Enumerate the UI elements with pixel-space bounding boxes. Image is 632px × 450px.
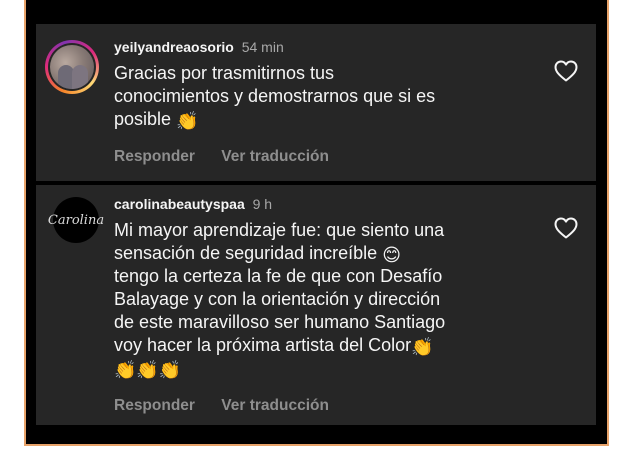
screenshot-frame: yeilyandreaosorio 54 min Gracias por tra… bbox=[24, 0, 609, 446]
comment-line: Balayage y con la orientación y direcció… bbox=[114, 289, 441, 309]
username[interactable]: carolinabeautyspaa bbox=[114, 196, 245, 212]
comment-card: Carolina carolinabeautyspaa 9 h Mi mayor… bbox=[36, 185, 596, 425]
comment-actions: Responder Ver traducción bbox=[114, 397, 329, 415]
clapping-hands-icon: 👏 bbox=[114, 360, 137, 380]
clapping-hands-icon: 👏 bbox=[411, 337, 434, 357]
comment-header: carolinabeautyspaa 9 h bbox=[114, 195, 536, 213]
comment-actions: Responder Ver traducción bbox=[114, 148, 329, 166]
comment-content: carolinabeautyspaa 9 h Mi mayor aprendiz… bbox=[114, 195, 536, 380]
avatar[interactable]: Carolina bbox=[48, 197, 104, 243]
comment-line: Gracias por trasmitirnos tus bbox=[114, 63, 335, 83]
clapping-hands-icon: 👏 bbox=[136, 360, 159, 380]
comment-header: yeilyandreaosorio 54 min bbox=[114, 38, 536, 56]
brand-logo-text: Carolina bbox=[47, 212, 105, 228]
see-translation-button[interactable]: Ver traducción bbox=[221, 148, 329, 165]
comment-line: posible bbox=[114, 109, 172, 129]
smiling-face-icon: 😊 bbox=[382, 245, 401, 265]
username[interactable]: yeilyandreaosorio bbox=[114, 39, 234, 55]
comment-text: Gracias por trasmitirnos tus conocimient… bbox=[114, 62, 536, 131]
avatar[interactable] bbox=[45, 40, 99, 94]
comment-line: voy hacer la próxima artista del Color bbox=[114, 335, 412, 355]
comment-line: sensación de seguridad increíble bbox=[114, 243, 378, 263]
profile-photo-icon bbox=[50, 45, 94, 89]
comment-card: yeilyandreaosorio 54 min Gracias por tra… bbox=[36, 24, 596, 181]
comment-line: Mi mayor aprendizaje fue: que siento una bbox=[114, 220, 445, 240]
heart-icon[interactable] bbox=[554, 217, 578, 239]
timestamp: 9 h bbox=[252, 196, 273, 212]
timestamp: 54 min bbox=[241, 39, 284, 55]
reply-button[interactable]: Responder bbox=[114, 148, 195, 165]
comment-line: tengo la certeza la fe de que con Desafí… bbox=[114, 266, 443, 286]
clapping-hands-icon: 👏 bbox=[176, 111, 199, 131]
comment-content: yeilyandreaosorio 54 min Gracias por tra… bbox=[114, 38, 536, 131]
comment-line: de este maravilloso ser humano Santiago bbox=[114, 312, 446, 332]
comment-text: Mi mayor aprendizaje fue: que siento una… bbox=[114, 219, 536, 380]
reply-button[interactable]: Responder bbox=[114, 397, 195, 414]
clapping-hands-icon: 👏 bbox=[158, 360, 182, 380]
see-translation-button[interactable]: Ver traducción bbox=[221, 397, 329, 414]
heart-icon[interactable] bbox=[554, 60, 578, 82]
comment-line: conocimientos y demostrarnos que si es bbox=[114, 86, 436, 106]
